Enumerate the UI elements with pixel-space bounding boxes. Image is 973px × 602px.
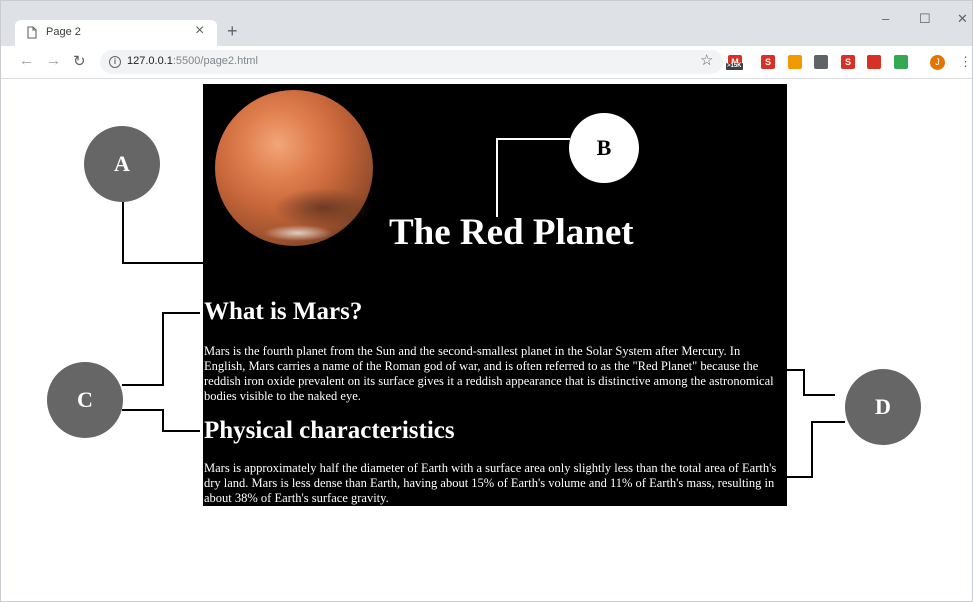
callout-lines bbox=[122, 138, 845, 478]
callout-b-line bbox=[496, 138, 570, 217]
callout-c-line-2 bbox=[122, 409, 200, 432]
callout-d-line-2 bbox=[787, 421, 845, 478]
callout-d: D bbox=[845, 369, 921, 445]
callout-a-line bbox=[122, 202, 203, 264]
callout-a: A bbox=[84, 126, 160, 202]
callout-d-line-1 bbox=[787, 369, 835, 396]
callout-b: B bbox=[569, 113, 639, 183]
callout-c-line-1 bbox=[122, 312, 200, 386]
callout-c: C bbox=[47, 362, 123, 438]
